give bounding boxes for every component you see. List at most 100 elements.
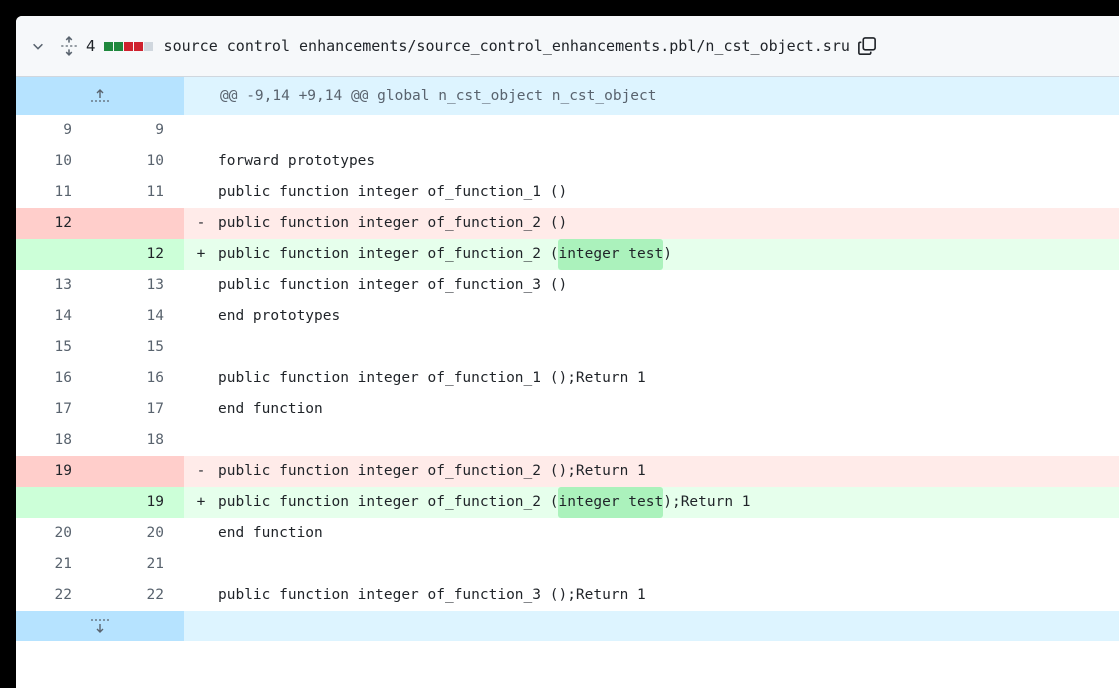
code-text: end function — [218, 525, 323, 541]
old-line-number[interactable]: 9 — [16, 115, 100, 146]
context-line: 15 15 — [16, 332, 1119, 363]
highlighted-change: integer test — [558, 239, 664, 270]
new-line-number[interactable]: 9 — [100, 115, 184, 146]
code-text: forward prototypes — [218, 153, 376, 169]
diff-marker — [184, 146, 218, 177]
new-line-number[interactable]: 18 — [100, 425, 184, 456]
added-line: 12 + public function integer of_function_2… — [16, 239, 1119, 270]
old-line-number[interactable]: 18 — [16, 425, 100, 456]
diff-marker: + — [196, 494, 206, 510]
old-line-number[interactable]: 13 — [16, 270, 100, 301]
diff-marker — [184, 177, 218, 208]
code-cell: + public function integer of_function_2 (… — [184, 239, 672, 270]
new-line-number[interactable]: 12 — [100, 239, 184, 270]
expand-up-icon[interactable] — [16, 77, 184, 115]
new-line-number[interactable]: 20 — [100, 518, 184, 549]
context-line: 10 10 forward prototypes — [16, 146, 1119, 177]
context-line: 17 17 end function — [16, 394, 1119, 425]
copy-icon[interactable] — [856, 35, 878, 57]
context-line: 14 14 end prototypes — [16, 301, 1119, 332]
new-line-number[interactable]: 15 — [100, 332, 184, 363]
context-line: 20 20 end function — [16, 518, 1119, 549]
code-cell: end function — [184, 394, 323, 425]
code-text: public function integer of_function_2 () — [218, 215, 568, 231]
code-cell — [184, 115, 218, 146]
unfold-icon[interactable] — [58, 35, 80, 57]
context-line: 22 22 public function integer of_function_… — [16, 580, 1119, 611]
code-cell: - public function integer of_function_2 (… — [184, 208, 568, 239]
old-line-number[interactable]: 22 — [16, 580, 100, 611]
code-text: public function integer of_function_1 () — [218, 184, 568, 200]
code-text-suffix: );Return 1 — [663, 494, 751, 510]
highlighted-change: integer test — [558, 487, 664, 518]
new-line-number[interactable]: 11 — [100, 177, 184, 208]
old-line-number[interactable] — [16, 487, 100, 518]
old-line-number[interactable]: 20 — [16, 518, 100, 549]
old-line-number[interactable]: 15 — [16, 332, 100, 363]
hunk-header: @@ -9,14 +9,14 @@ global n_cst_object n_… — [16, 77, 1119, 115]
old-line-number[interactable]: 16 — [16, 363, 100, 394]
code-text: public function integer of_function_1 ()… — [218, 370, 646, 386]
context-line: 18 18 — [16, 425, 1119, 456]
code-cell — [184, 332, 218, 363]
new-line-number[interactable] — [100, 208, 184, 239]
code-text: public function integer of_function_2 ( — [218, 494, 559, 510]
chevron-down-icon[interactable] — [28, 36, 48, 56]
hunk-header-text: @@ -9,14 +9,14 @@ global n_cst_object n_… — [220, 88, 657, 104]
new-line-number[interactable]: 19 — [100, 487, 184, 518]
old-line-number[interactable]: 12 — [16, 208, 100, 239]
diff-marker — [184, 394, 218, 425]
old-line-number[interactable]: 11 — [16, 177, 100, 208]
file-header: 4 source control enhancements/source_con… — [16, 16, 1119, 77]
diff-marker: - — [196, 463, 206, 479]
diff-marker — [184, 549, 218, 580]
code-text: end function — [218, 401, 323, 417]
code-cell: - public function integer of_function_2 (… — [184, 456, 646, 487]
new-line-number[interactable]: 21 — [100, 549, 184, 580]
diff-marker — [184, 301, 218, 332]
code-text: public function integer of_function_2 ()… — [218, 463, 646, 479]
old-line-number[interactable]: 17 — [16, 394, 100, 425]
old-line-number[interactable] — [16, 239, 100, 270]
old-line-number[interactable]: 21 — [16, 549, 100, 580]
code-cell — [184, 425, 218, 456]
context-line: 99 — [16, 115, 1119, 146]
new-line-number[interactable]: 10 — [100, 146, 184, 177]
diff-marker — [184, 270, 218, 301]
code-cell: public function integer of_function_1 () — [184, 177, 567, 208]
diffstat-block — [123, 41, 133, 51]
old-line-number[interactable]: 14 — [16, 301, 100, 332]
code-cell: end prototypes — [184, 301, 340, 332]
code-cell: end function — [184, 518, 323, 549]
diff-lines: 9 9 10 10 forward prototypes 11 11 public funct… — [16, 115, 1119, 611]
code-text: public function integer of_function_3 ()… — [218, 587, 646, 603]
context-line: 16 16 public function integer of_function_… — [16, 363, 1119, 394]
diff-marker — [184, 580, 218, 611]
deleted-line: 12 - public function integer of_function_2… — [16, 208, 1119, 239]
file-path[interactable]: source control enhancements/source_contr… — [164, 37, 850, 55]
code-cell: public function integer of_function_3 ()… — [184, 580, 646, 611]
diffstat-block — [133, 41, 143, 51]
diff-marker: + — [196, 246, 206, 262]
diff-marker — [184, 363, 218, 394]
hunk-footer — [16, 611, 1119, 641]
deleted-line: 19 - public function integer of_function_2… — [16, 456, 1119, 487]
code-cell: public function integer of_function_3 () — [184, 270, 567, 301]
diff-marker — [184, 425, 218, 456]
context-line: 13 13 public function integer of_function_… — [16, 270, 1119, 301]
code-cell — [184, 549, 218, 580]
old-line-number[interactable]: 10 — [16, 146, 100, 177]
new-line-number[interactable] — [100, 456, 184, 487]
code-text: public function integer of_function_2 ( — [218, 246, 559, 262]
new-line-number[interactable]: 14 — [100, 301, 184, 332]
expand-down-icon[interactable] — [16, 611, 184, 641]
new-line-number[interactable]: 13 — [100, 270, 184, 301]
added-line: 19 + public function integer of_function_2… — [16, 487, 1119, 518]
new-line-number[interactable]: 16 — [100, 363, 184, 394]
new-line-number[interactable]: 17 — [100, 394, 184, 425]
diffstat-block — [103, 41, 113, 51]
diffstat-block — [143, 41, 153, 51]
old-line-number[interactable]: 19 — [16, 456, 100, 487]
new-line-number[interactable]: 22 — [100, 580, 184, 611]
diff-marker — [184, 332, 218, 363]
